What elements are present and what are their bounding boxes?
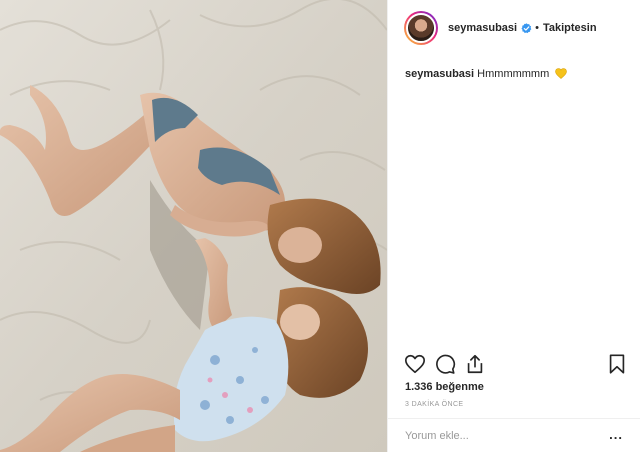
comment-bar: ... xyxy=(388,418,640,452)
yellow-heart-icon xyxy=(555,68,568,79)
share-icon[interactable] xyxy=(464,353,486,375)
post-sidebar: seymasubasi • Takiptesin seymasubasi Hmm… xyxy=(387,0,640,452)
following-status[interactable]: Takiptesin xyxy=(543,22,597,34)
caption-text: Hmmmmmmm xyxy=(477,68,550,80)
separator-dot: • xyxy=(535,22,539,34)
heart-icon[interactable] xyxy=(404,353,426,375)
comment-icon[interactable] xyxy=(434,353,456,375)
comment-input[interactable] xyxy=(405,429,595,442)
avatar-photo xyxy=(406,13,436,43)
post-header: seymasubasi • Takiptesin xyxy=(388,0,640,56)
caption-username[interactable]: seymasubasi xyxy=(405,68,474,80)
avatar[interactable] xyxy=(404,11,438,45)
instagram-post: seymasubasi • Takiptesin seymasubasi Hmm… xyxy=(0,0,640,452)
action-bar xyxy=(404,353,628,375)
post-photo[interactable] xyxy=(0,0,387,452)
caption: seymasubasi Hmmmmmmm xyxy=(405,67,568,81)
bookmark-icon[interactable] xyxy=(606,353,628,375)
more-options-button[interactable]: ... xyxy=(609,428,623,441)
likes-count[interactable]: 1.336 beğenme xyxy=(405,381,484,393)
username-link[interactable]: seymasubasi xyxy=(448,22,517,34)
post-timestamp[interactable]: 3 DAKİKA ÖNCE xyxy=(405,401,464,408)
beach-photo-illustration xyxy=(0,0,387,452)
verified-badge-icon xyxy=(521,22,532,33)
